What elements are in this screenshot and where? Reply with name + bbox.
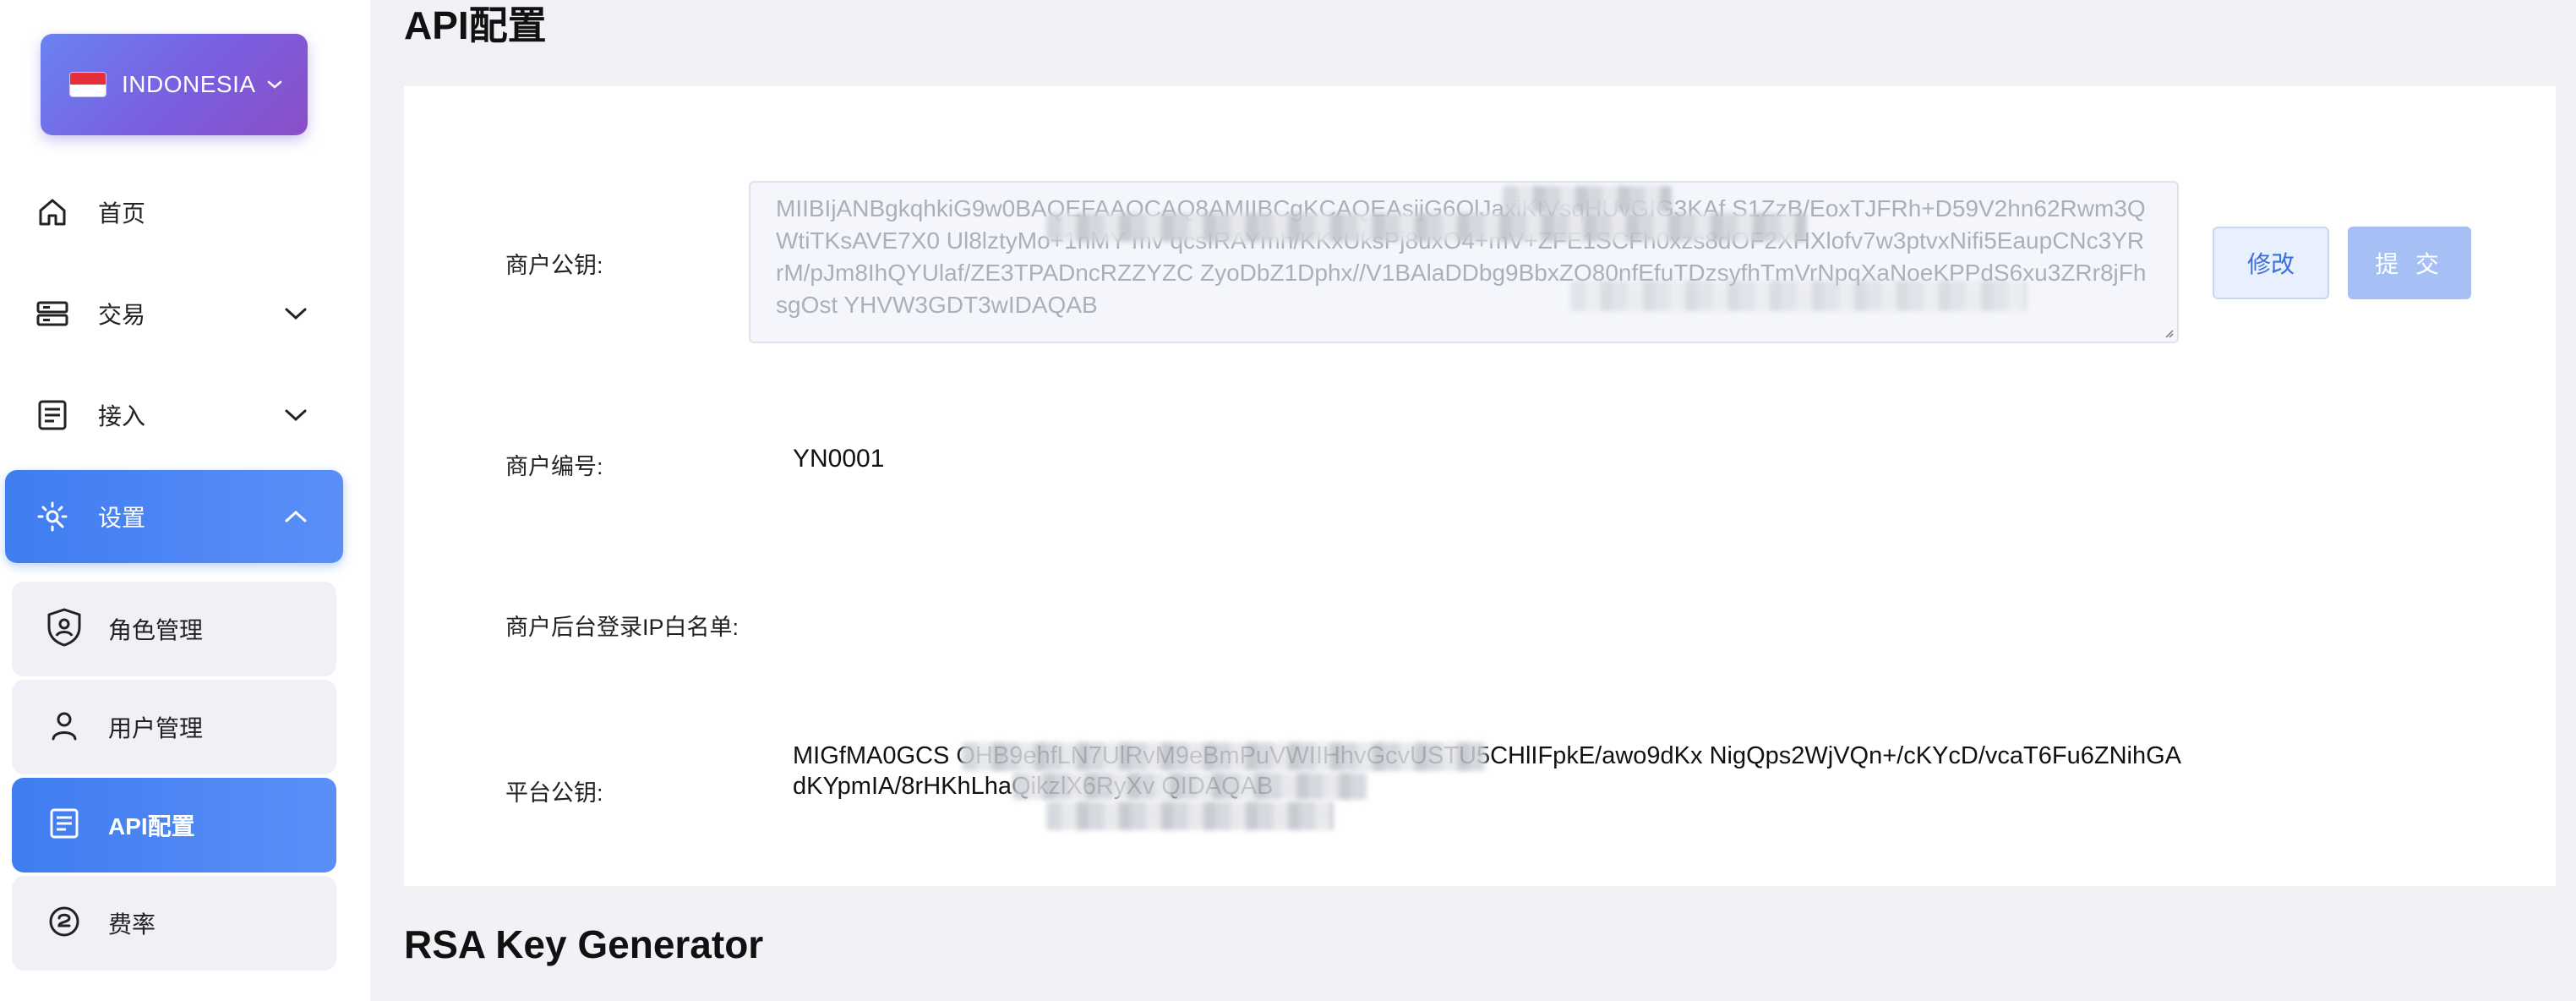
- page-title: API配置: [404, 3, 547, 47]
- sidebar-item-api-config[interactable]: API配置: [12, 778, 336, 872]
- settings-icon: [34, 498, 71, 535]
- sidebar-item-label: 角色管理: [108, 617, 204, 643]
- edit-button[interactable]: 修改: [2213, 227, 2329, 299]
- chevron-down-icon: [285, 409, 307, 422]
- redaction-blur: [1570, 281, 2027, 311]
- chevron-down-icon: [267, 80, 281, 89]
- chevron-down-icon: [285, 308, 307, 320]
- document-icon: [34, 397, 71, 434]
- sidebar-item-label: 用户管理: [108, 715, 204, 741]
- rsa-key-generator-heading: RSA Key Generator: [404, 922, 764, 966]
- resize-handle-icon[interactable]: [2164, 328, 2174, 338]
- user-icon: [46, 707, 83, 748]
- submit-button[interactable]: 提 交: [2348, 227, 2471, 299]
- nav-item-home[interactable]: 首页: [5, 166, 343, 259]
- nav-item-access[interactable]: 接入: [5, 369, 343, 462]
- sidebar-item-label: 费率: [108, 911, 156, 938]
- document-icon: [46, 805, 83, 846]
- sidebar-item-user-management[interactable]: 用户管理: [12, 680, 336, 774]
- nav-item-settings[interactable]: 设置: [5, 470, 343, 563]
- nav-label: 设置: [98, 505, 146, 531]
- redaction-blur: [1503, 186, 1672, 213]
- redaction-blur: [1046, 213, 1807, 242]
- nav-label: 首页: [98, 200, 146, 227]
- sidebar-item-label: API配置: [108, 813, 195, 840]
- redaction-blur: [1046, 801, 1334, 830]
- merchant-public-key-field[interactable]: MIIBIjANBgkqhkiG9w0BAQEFAAOCAQ8AMIIBCgKC…: [749, 181, 2179, 343]
- merchant-public-key-label: 商户公钥:: [505, 253, 603, 278]
- nav-item-transactions[interactable]: 交易: [5, 267, 343, 360]
- sidebar-item-role-management[interactable]: 角色管理: [12, 582, 336, 676]
- redaction-blur: [962, 742, 1486, 771]
- rate-icon: [46, 903, 83, 944]
- nav-label: 接入: [98, 403, 146, 429]
- merchant-id-label: 商户编号:: [505, 454, 603, 479]
- redaction-blur: [1012, 773, 1367, 800]
- shield-user-icon: [46, 607, 83, 652]
- merchant-id-value: YN0001: [793, 445, 885, 473]
- home-icon: [34, 194, 71, 231]
- sidebar: INDONESIA 首页 交易 接入 设置 角色管理 用户管理 API配置 费率: [0, 0, 370, 1001]
- server-icon: [34, 295, 71, 332]
- indonesia-flag-icon: [69, 72, 106, 97]
- sidebar-item-rate[interactable]: 费率: [12, 876, 336, 971]
- nav-label: 交易: [98, 302, 146, 328]
- platform-public-key-label: 平台公钥:: [505, 780, 603, 806]
- country-label: INDONESIA: [122, 71, 256, 97]
- country-selector[interactable]: INDONESIA: [41, 34, 308, 135]
- api-config-card: 商户公钥: MIIBIjANBgkqhkiG9w0BAQEFAAOCAQ8AMI…: [404, 86, 2556, 886]
- ip-whitelist-label: 商户后台登录IP白名单:: [505, 615, 740, 640]
- chevron-up-icon: [285, 510, 307, 522]
